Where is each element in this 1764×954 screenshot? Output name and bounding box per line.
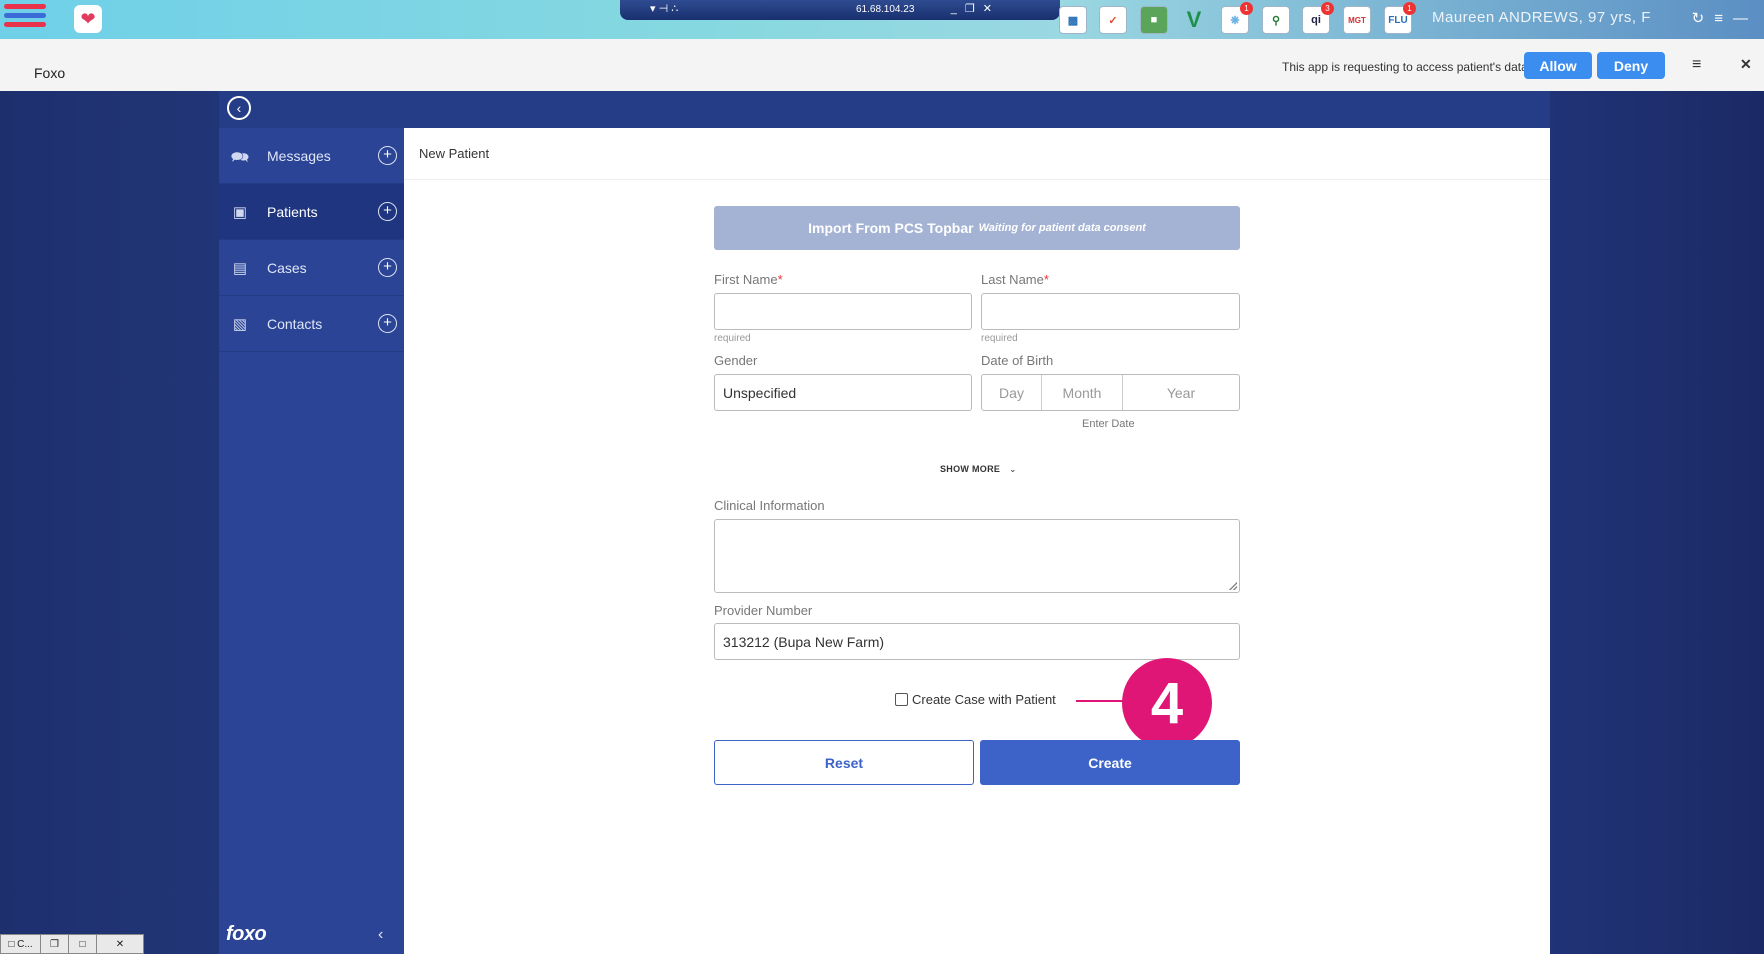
clinical-label: Clinical Information	[714, 498, 825, 513]
deny-button[interactable]: Deny	[1597, 52, 1665, 79]
sidebar-item-label: Cases	[267, 259, 307, 276]
gender-select[interactable]: Unspecified	[714, 374, 972, 411]
collapse-sidebar-icon[interactable]: ‹	[378, 926, 383, 944]
content-header: New Patient	[404, 128, 1550, 180]
import-status: Waiting for patient data consent	[978, 222, 1146, 234]
provider-number-select[interactable]: 313212 (Bupa New Farm)	[714, 623, 1240, 660]
clinical-textarea[interactable]	[714, 519, 1240, 593]
minimized-app-icon[interactable]: □ C...	[1, 935, 41, 953]
callout-badge: 4	[1122, 658, 1212, 748]
remote-session-bar: ▾ ⊣ ∴ 61.68.104.23 _❐✕	[620, 0, 1060, 20]
restore-icon[interactable]: ❐	[41, 935, 69, 953]
maximize-icon[interactable]: □	[69, 935, 97, 953]
create-button[interactable]: Create	[980, 740, 1240, 785]
sidebar-item-label: Messages	[267, 147, 331, 164]
dob-hint: Enter Date	[1082, 418, 1135, 430]
clipboard-icon: ▤	[232, 259, 248, 277]
remote-window-controls[interactable]: _❐✕	[951, 2, 1000, 15]
menu-icon[interactable]: ≡	[1692, 56, 1701, 74]
new-patient-panel: New Patient Import From PCS Topbar Waiti…	[404, 128, 1550, 954]
import-pcs-button[interactable]: Import From PCS Topbar Waiting for patie…	[714, 206, 1240, 250]
check-icon[interactable]: ✓	[1099, 6, 1127, 34]
chart-icon[interactable]: ▩	[1059, 6, 1087, 34]
app-title: Foxo	[34, 65, 66, 81]
add-contact-icon[interactable]: +	[378, 314, 397, 333]
provider-label: Provider Number	[714, 603, 813, 618]
qi-icon[interactable]: qi 3	[1302, 2, 1334, 34]
remote-controls-icon[interactable]: ▾ ⊣ ∴	[650, 2, 678, 15]
close-icon[interactable]: ✕	[97, 935, 143, 953]
sidebar-item-cases[interactable]: ▤ Cases +	[219, 240, 404, 296]
main-menu-icon[interactable]	[4, 4, 46, 34]
dob-year-input[interactable]: Year	[1123, 375, 1239, 410]
create-case-label[interactable]: Create Case with Patient	[912, 692, 1056, 707]
first-name-input[interactable]	[714, 293, 972, 330]
dob-label: Date of Birth	[981, 353, 1054, 368]
sidebar: 🗪 Messages + ▣ Patients + ▤ Cases + ▧ Co…	[219, 128, 404, 954]
first-name-label: First Name*	[714, 272, 783, 287]
dob-month-input[interactable]: Month	[1042, 375, 1123, 410]
page-title: New Patient	[419, 146, 490, 161]
dob-day-input[interactable]: Day	[982, 375, 1042, 410]
add-message-icon[interactable]: +	[378, 146, 397, 165]
resize-grip-icon[interactable]	[1229, 582, 1237, 590]
search-people-icon[interactable]: ⚲	[1262, 6, 1290, 34]
contacts-icon: ▧	[232, 315, 248, 333]
add-case-icon[interactable]: +	[378, 258, 397, 277]
add-patient-icon[interactable]: +	[378, 202, 397, 221]
create-case-checkbox[interactable]	[895, 693, 908, 706]
messages-icon: 🗪	[230, 148, 250, 166]
import-button-label: Import From PCS Topbar	[808, 220, 974, 236]
sidebar-item-label: Patients	[267, 203, 318, 220]
flu-icon[interactable]: FLU 1	[1384, 2, 1416, 34]
allow-button[interactable]: Allow	[1524, 52, 1592, 79]
last-name-input[interactable]	[981, 293, 1240, 330]
folder-user-icon[interactable]: ■	[1140, 6, 1168, 34]
v-icon[interactable]: V	[1180, 6, 1208, 34]
mgt-icon[interactable]: MGT	[1343, 6, 1371, 34]
patient-banner[interactable]: Maureen ANDREWS, 97 yrs, F	[1432, 9, 1651, 26]
consent-message: This app is requesting to access patient…	[1282, 60, 1528, 74]
os-top-bar: ❤ ▾ ⊣ ∴ 61.68.104.23 _❐✕ ▩ ✓ ■ V ❋ 1 ⚲ qi…	[0, 0, 1764, 39]
window-controls[interactable]: ↻≡—	[1692, 9, 1758, 27]
foxo-logo: foxo	[226, 923, 267, 945]
dandelion-icon[interactable]: ❋ 1	[1221, 2, 1253, 34]
chevron-down-icon: ⌄	[1009, 464, 1017, 474]
patient-card-icon: ▣	[232, 203, 248, 221]
consent-bar: Foxo This app is requesting to access pa…	[0, 39, 1764, 91]
sidebar-item-contacts[interactable]: ▧ Contacts +	[219, 296, 404, 352]
sidebar-item-label: Contacts	[267, 315, 323, 332]
gender-label: Gender	[714, 353, 758, 368]
dob-field-group: Day Month Year	[981, 374, 1240, 411]
heart-logo-icon[interactable]: ❤	[74, 5, 102, 33]
sidebar-item-patients[interactable]: ▣ Patients +	[219, 184, 404, 240]
back-icon[interactable]: ‹	[227, 96, 251, 120]
first-name-hint: required	[714, 333, 751, 344]
sidebar-item-messages[interactable]: 🗪 Messages +	[219, 128, 404, 184]
last-name-hint: required	[981, 333, 1018, 344]
close-icon[interactable]: ✕	[1740, 56, 1752, 73]
minimized-window-stub[interactable]: □ C... ❐ □ ✕	[0, 934, 144, 954]
last-name-label: Last Name*	[981, 272, 1049, 287]
remote-ip: 61.68.104.23	[856, 4, 915, 15]
reset-button[interactable]: Reset	[714, 740, 974, 785]
show-more-toggle[interactable]: SHOW MORE ⌄	[940, 464, 1017, 475]
